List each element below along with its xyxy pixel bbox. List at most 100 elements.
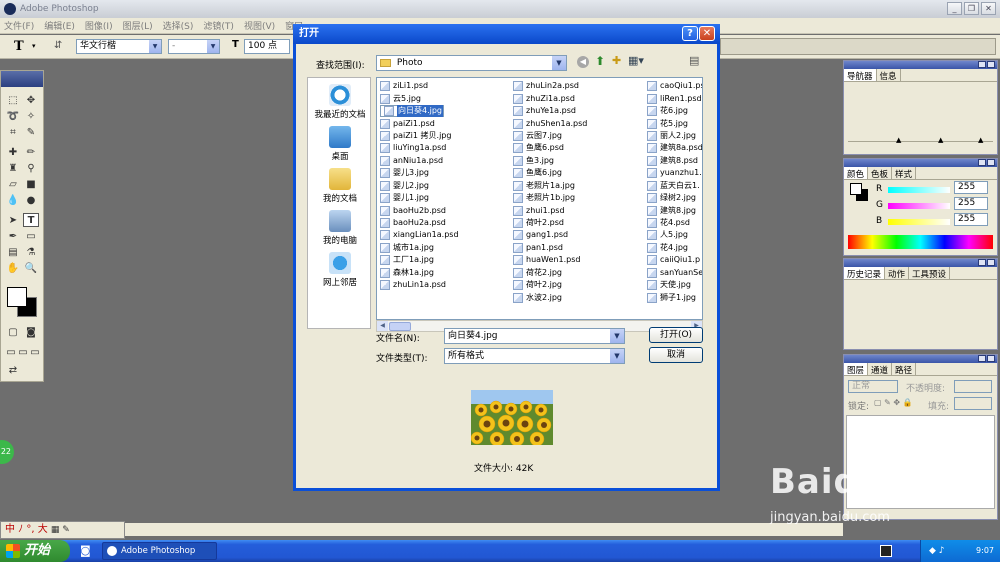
file-item[interactable]: 花5.jpg <box>647 117 702 129</box>
palette-minimize-icon[interactable] <box>978 355 986 362</box>
tool-preset-arrow-icon[interactable]: ▾ <box>32 42 36 50</box>
color-fg-swatch[interactable] <box>850 183 862 195</box>
file-item[interactable]: paiZi1 拷贝.jpg <box>380 130 459 142</box>
file-item[interactable]: yuanzhu1.p <box>647 167 702 179</box>
file-item[interactable]: zhuLin1a.psd <box>380 279 459 291</box>
keyboard-icon[interactable]: ▦ ✎ <box>51 525 70 535</box>
look-in-select[interactable]: Photo ▼ <box>376 55 567 71</box>
tab-tool-presets[interactable]: 工具预设 <box>909 267 951 280</box>
file-item[interactable]: anNiu1a.psd <box>380 155 459 167</box>
file-item[interactable]: zhuLin2a.psd <box>513 80 587 92</box>
crop-tool-icon[interactable]: ⌗ <box>5 125 21 139</box>
tray-app-icon[interactable] <box>880 545 892 557</box>
file-item[interactable]: xiangLian1a.psd <box>380 229 459 241</box>
restore-button[interactable]: ❐ <box>964 2 979 15</box>
menu-edit[interactable]: 编辑(E) <box>44 19 75 32</box>
r-slider[interactable] <box>888 187 950 193</box>
palette-close-icon[interactable] <box>987 159 995 166</box>
eyedropper-tool-icon[interactable]: ⚗ <box>23 245 39 259</box>
r-value-field[interactable]: 255 <box>954 181 988 194</box>
palette-close-icon[interactable] <box>987 61 995 68</box>
file-item[interactable]: 水波2.jpg <box>513 291 587 303</box>
file-item[interactable]: 城市1a.jpg <box>380 242 459 254</box>
place-network[interactable]: 网上邻居 <box>308 252 372 288</box>
file-item[interactable]: 荷花2.jpg <box>513 267 587 279</box>
taskbar-item-photoshop[interactable]: Adobe Photoshop <box>102 542 217 560</box>
hand-tool-icon[interactable]: ✋ <box>5 261 21 275</box>
workspace-scrollbar[interactable] <box>125 523 843 536</box>
file-item[interactable]: 老照片1b.jpg <box>513 192 587 204</box>
file-item[interactable]: 工厂1a.jpg <box>380 254 459 266</box>
file-item[interactable]: 绿树2.jpg <box>647 192 702 204</box>
scroll-thumb[interactable] <box>389 322 411 331</box>
notes-tool-icon[interactable]: ▤ <box>5 245 21 259</box>
jump-to-imageready-icon[interactable]: ⇄ <box>5 363 21 377</box>
font-size-select[interactable]: 100 点 <box>244 39 290 54</box>
back-icon[interactable]: ◀ <box>577 56 589 68</box>
file-item[interactable]: 建筑8.jpg <box>647 204 702 216</box>
place-desktop[interactable]: 桌面 <box>308 126 372 162</box>
menu-file[interactable]: 文件(F) <box>4 19 34 32</box>
place-my-computer[interactable]: 我的电脑 <box>308 210 372 246</box>
file-item[interactable]: 森林1a.jpg <box>380 267 459 279</box>
file-item[interactable]: caiiQiu1.p <box>647 254 702 266</box>
font-family-select[interactable]: 华文行楷 ▼ <box>76 39 162 54</box>
text-orientation-icon[interactable]: ⇵ <box>54 40 62 51</box>
g-slider[interactable] <box>888 203 950 209</box>
file-item[interactable]: 狮子1.jpg <box>647 291 702 303</box>
file-item[interactable]: liRen1.psd <box>647 92 702 104</box>
palette-minimize-icon[interactable] <box>978 159 986 166</box>
tab-info[interactable]: 信息 <box>877 69 901 82</box>
file-item[interactable]: 建筑8a.psd <box>647 142 702 154</box>
filetype-select[interactable]: 所有格式 ▼ <box>444 348 625 364</box>
lock-icons[interactable]: ▢ ✎ ✥ 🔒 <box>874 398 913 407</box>
menu-select[interactable]: 选择(S) <box>163 19 194 32</box>
quick-launch-icon[interactable]: ◙ <box>80 544 91 557</box>
file-item[interactable]: sanYuanSel <box>647 267 702 279</box>
zoom-in-icon[interactable]: ▲ <box>978 136 983 144</box>
eraser-tool-icon[interactable]: ▱ <box>5 177 21 191</box>
file-item[interactable]: 荷叶2.jpg <box>513 279 587 291</box>
file-item[interactable]: 蓝天白云1. <box>647 180 702 192</box>
file-item[interactable]: zhuZi1a.psd <box>513 92 587 104</box>
file-item[interactable]: 云图7.jpg <box>513 130 587 142</box>
palette-close-icon[interactable] <box>987 259 995 266</box>
move-tool-icon[interactable]: ✥ <box>23 93 39 107</box>
place-recent[interactable]: 我最近的文档 <box>308 84 372 120</box>
palette-minimize-icon[interactable] <box>978 259 986 266</box>
clone-stamp-tool-icon[interactable]: ♜ <box>5 161 21 175</box>
file-item[interactable]: 天使.jpg <box>647 279 702 291</box>
file-item[interactable]: liuYing1a.psd <box>380 142 459 154</box>
view-menu-icon[interactable]: ▦▾ <box>628 54 644 67</box>
gradient-tool-icon[interactable]: ■ <box>23 177 39 191</box>
tray-icons[interactable]: ◆ ♪ <box>929 540 945 562</box>
file-item[interactable]: 荷叶2.psd <box>513 217 587 229</box>
type-tool-icon[interactable]: T <box>14 39 24 54</box>
quick-mask-mode-icon[interactable]: ◙ <box>23 325 39 339</box>
file-item[interactable]: 建筑8.psd <box>647 155 702 167</box>
file-item[interactable]: 婴儿3.jpg <box>380 167 459 179</box>
menu-filter[interactable]: 滤镜(T) <box>203 19 234 32</box>
shape-tool-icon[interactable]: ▭ <box>23 229 39 243</box>
blend-mode-select[interactable]: 正常 <box>848 380 898 393</box>
tab-channels[interactable]: 通道 <box>868 363 893 376</box>
file-item[interactable]: 云5.jpg <box>380 92 459 104</box>
tab-navigator[interactable]: 导航器 <box>844 69 877 82</box>
file-item[interactable]: baoHu2a.psd <box>380 217 459 229</box>
healing-brush-tool-icon[interactable]: ✚ <box>5 145 21 159</box>
file-item[interactable]: 鱼鹰6.psd <box>513 142 587 154</box>
scroll-left-icon[interactable]: ◀ <box>377 321 388 331</box>
tab-actions[interactable]: 动作 <box>885 267 910 280</box>
filename-input[interactable]: 向日葵4.jpg ▼ <box>444 328 625 344</box>
color-ramp[interactable] <box>848 235 993 249</box>
minimize-button[interactable]: _ <box>947 2 962 15</box>
file-item[interactable]: 丽人2.jpg <box>647 130 702 142</box>
file-item[interactable]: 鱼鹰6.jpg <box>513 167 587 179</box>
file-item[interactable]: baoHu2b.psd <box>380 204 459 216</box>
palette-close-icon[interactable] <box>987 355 995 362</box>
tab-styles[interactable]: 样式 <box>892 167 917 180</box>
close-button[interactable]: ✕ <box>981 2 996 15</box>
file-item[interactable]: ziLi1.psd <box>380 80 459 92</box>
zoom-slider[interactable]: ▲ ▲ ▲ <box>848 136 993 149</box>
file-item[interactable]: 老照片1a.jpg <box>513 180 587 192</box>
